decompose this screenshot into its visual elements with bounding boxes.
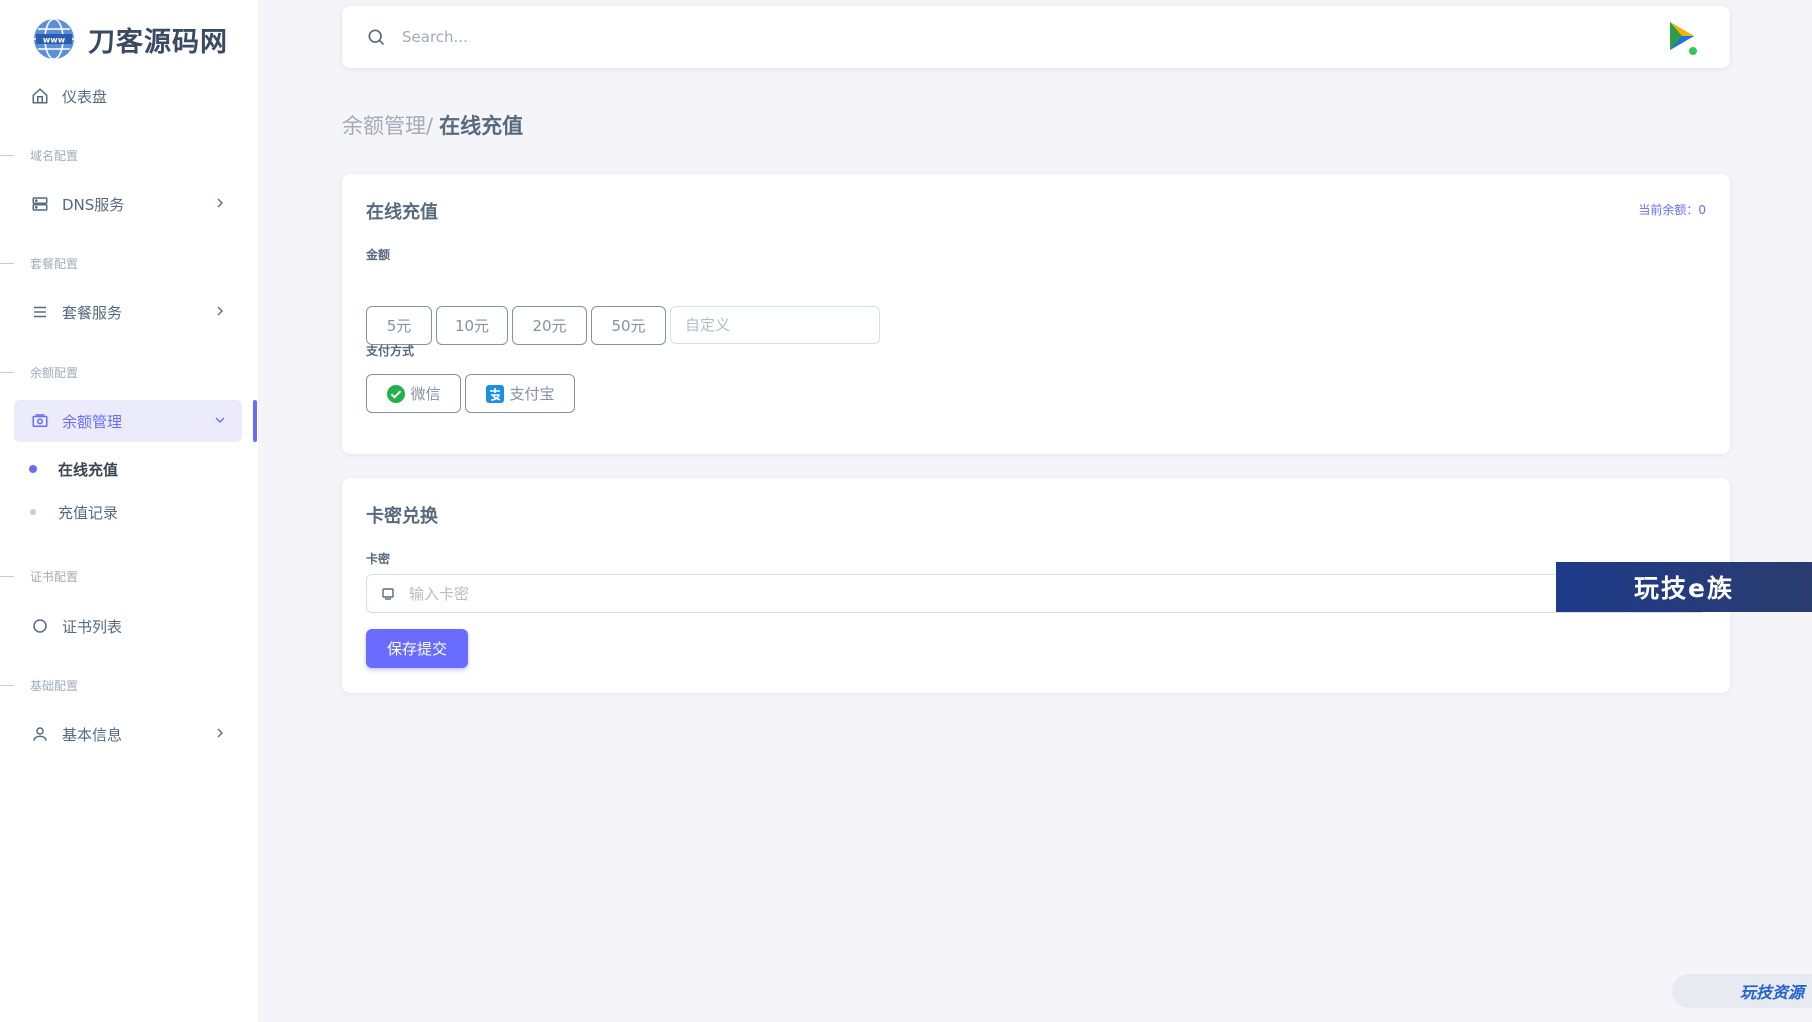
server-icon [30,194,50,214]
menu-icon [30,302,50,322]
brand[interactable]: www 刀客源码网 [32,16,228,62]
sidebar-item-cert[interactable]: 证书列表 [14,605,242,647]
amount-label: 金额 [366,248,391,262]
chevron-right-icon [217,728,223,738]
wechat-pay-button[interactable]: 微信 [366,374,461,413]
chevron-right-icon [217,198,223,208]
amount-option-5[interactable]: 5元 [366,306,432,345]
sidebar-subitem-label: 充值记录 [58,503,119,522]
avatar[interactable] [1662,18,1700,58]
search-input[interactable] [402,28,1302,46]
wechat-icon [387,384,406,403]
globe-www-icon: www [34,18,74,60]
wechat-label: 微信 [410,385,441,403]
submit-button[interactable]: 保存提交 [366,629,468,668]
alipay-label: 支付宝 [509,385,555,403]
bullet-icon [30,509,36,515]
alipay-button[interactable]: 支付宝 [465,374,575,413]
custom-amount-input[interactable] [670,306,880,344]
active-indicator [253,400,257,442]
svg-text:www: www [43,36,66,45]
watermark-banner: 玩技e族 [1556,562,1812,612]
breadcrumb: 余额管理/ 在线充值 [342,110,523,140]
sidebar-item-label: 仪表盘 [62,87,108,106]
sidebar-subitem-records[interactable]: 充值记录 [30,497,118,527]
brand-name: 刀客源码网 [88,26,228,58]
alipay-icon [486,384,505,403]
card-title: 在线充值 [366,202,438,223]
sidebar-item-basic[interactable]: 基本信息 [14,713,242,755]
section-header-domain: 域名配置 [0,145,240,165]
search-icon [368,29,385,46]
sidebar-subitem-recharge[interactable]: 在线充值 [29,454,119,484]
amount-option-20[interactable]: 20元 [512,306,587,345]
circle-icon [30,616,50,636]
home-icon [30,86,50,106]
sidebar-item-label: 套餐服务 [62,303,123,322]
bullet-icon [29,465,37,473]
sidebar: www 刀客源码网 仪表盘 域名配置 DNS服务 套餐配置 套餐服务 余额配置 [0,0,258,1022]
page-title: 在线充值 [439,114,524,138]
sidebar-item-dashboard[interactable]: 仪表盘 [14,75,242,117]
sidebar-item-label: 余额管理 [62,412,123,431]
sidebar-item-dns[interactable]: DNS服务 [14,183,242,225]
amount-option-50[interactable]: 50元 [591,306,666,345]
card-key-field[interactable] [366,574,1706,613]
watermark-text: 玩技资源 [1739,983,1804,1002]
card-title: 卡密兑换 [366,506,438,527]
sidebar-subitem-label: 在线充值 [58,460,119,479]
amount-option-10[interactable]: 10元 [436,306,508,345]
card-key-label: 卡密 [366,552,391,566]
sidebar-item-label: 证书列表 [62,617,123,636]
sidebar-item-label: DNS服务 [62,195,125,214]
watermark-text: 玩技e族 [1634,574,1734,603]
section-header-cert: 证书配置 [0,566,240,586]
balance-display: 当前余额：0 [1638,203,1706,217]
section-header-package: 套餐配置 [0,253,240,273]
watermark-corner: 玩技资源 [1672,974,1812,1008]
top-navbar [342,6,1730,68]
sidebar-item-package[interactable]: 套餐服务 [14,291,242,333]
wallet-icon [30,411,50,431]
user-icon [30,724,50,744]
section-header-basic: 基础配置 [0,675,240,695]
payment-method-label: 支付方式 [366,344,415,358]
redeem-card: 卡密兑换 卡密 保存提交 [342,478,1730,693]
section-header-balance: 余额配置 [0,362,240,382]
sidebar-item-label: 基本信息 [62,725,123,744]
sidebar-item-balance[interactable]: 余额管理 [14,400,242,442]
card-key-input[interactable] [409,584,1609,603]
card-icon [382,587,394,600]
recharge-card: 在线充值 当前余额：0 金额 5元 10元 20元 50元 支付方式 微信 支付… [342,174,1730,454]
chevron-down-icon [215,417,225,423]
breadcrumb-parent[interactable]: 余额管理/ [342,110,433,140]
chevron-right-icon [217,306,223,316]
